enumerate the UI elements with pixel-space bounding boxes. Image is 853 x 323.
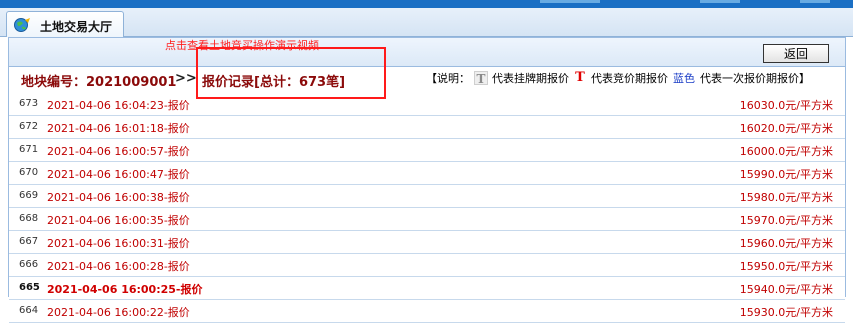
legend-single-quote-text: 代表一次报价期报价】: [700, 72, 810, 85]
header-highlight: [700, 0, 740, 3]
breadcrumb-arrow: >>: [175, 71, 197, 86]
row-index: 664: [19, 305, 39, 316]
row-bid-time: 2021-04-06 16:00:47-报价: [47, 168, 190, 181]
row-bid-price: 15980.0元/平方米: [739, 191, 833, 204]
row-bid-time: 2021-04-06 16:00:57-报价: [47, 145, 190, 158]
t-red-icon: T: [575, 70, 585, 85]
back-button[interactable]: 返回: [763, 44, 829, 63]
row-index: 673: [19, 98, 39, 109]
highlight-annotation-box: [196, 47, 386, 99]
row-bid-time: 2021-04-06 16:00:35-报价: [47, 214, 190, 227]
row-bid-price: 15950.0元/平方米: [739, 260, 833, 273]
row-bid-price: 15990.0元/平方米: [739, 168, 833, 181]
row-index: 670: [19, 167, 39, 178]
header-highlight: [540, 0, 600, 3]
legend-listing-text: 代表挂牌期报价: [492, 72, 569, 85]
row-bid-price: 16030.0元/平方米: [739, 99, 833, 112]
row-bid-price: 15940.0元/平方米: [739, 283, 833, 296]
row-index: 669: [19, 190, 39, 201]
tab-land-trading-hall[interactable]: 土地交易大厅: [6, 11, 124, 37]
row-index: 668: [19, 213, 39, 224]
bid-record-row: 673 2021-04-06 16:04:23-报价 16030.0元/平方米: [9, 93, 845, 116]
t-gray-icon: T: [474, 71, 488, 86]
bid-record-row: 664 2021-04-06 16:00:22-报价 15930.0元/平方米: [9, 300, 845, 323]
row-bid-time: 2021-04-06 16:00:31-报价: [47, 237, 190, 250]
legend-prefix: 【说明：: [426, 72, 470, 85]
row-bid-time: 2021-04-06 16:00:22-报价: [47, 306, 190, 319]
legend-bidding-text: 代表竞价期报价: [591, 72, 668, 85]
bid-record-row: 666 2021-04-06 16:00:28-报价 15950.0元/平方米: [9, 254, 845, 277]
row-bid-price: 16000.0元/平方米: [739, 145, 833, 158]
header-highlight: [800, 0, 830, 3]
plot-number: 地块编号：2021009001: [21, 75, 177, 90]
record-info-line: 地块编号：2021009001 >> 报价记录[总计：673笔] 【说明： T …: [9, 66, 845, 94]
row-bid-price: 15930.0元/平方米: [739, 306, 833, 319]
legend-blue-word: 蓝色: [673, 72, 695, 85]
legend: 【说明： T 代表挂牌期报价 T 代表竞价期报价 蓝色 代表一次报价期报价】: [426, 70, 810, 87]
row-index: 667: [19, 236, 39, 247]
bid-record-row: 668 2021-04-06 16:00:35-报价 15970.0元/平方米: [9, 208, 845, 231]
globe-icon: [13, 17, 31, 33]
row-bid-time: 2021-04-06 16:00:38-报价: [47, 191, 190, 204]
bid-record-row: 670 2021-04-06 16:00:47-报价 15990.0元/平方米: [9, 162, 845, 185]
tab-label: 土地交易大厅: [40, 20, 113, 34]
row-index: 666: [19, 259, 39, 270]
row-bid-time: 2021-04-06 16:00:28-报价: [47, 260, 190, 273]
bid-record-row: 672 2021-04-06 16:01:18-报价 16020.0元/平方米: [9, 116, 845, 139]
row-bid-price: 16020.0元/平方米: [739, 122, 833, 135]
row-bid-time: 2021-04-06 16:00:25-报价: [47, 283, 203, 296]
bid-record-panel: 点击查看土地竞买操作演示视频 返回 地块编号：2021009001 >> 报价记…: [8, 37, 846, 323]
row-bid-price: 15970.0元/平方米: [739, 214, 833, 227]
row-index: 672: [19, 121, 39, 132]
bid-record-row: 667 2021-04-06 16:00:31-报价 15960.0元/平方米: [9, 231, 845, 254]
row-index: 671: [19, 144, 39, 155]
tab-bar: 土地交易大厅: [0, 8, 853, 37]
row-index: 665: [19, 282, 40, 293]
row-bid-price: 15960.0元/平方米: [739, 237, 833, 250]
row-bid-time: 2021-04-06 16:01:18-报价: [47, 122, 190, 135]
top-header-bar: [0, 0, 853, 8]
bid-record-row: 669 2021-04-06 16:00:38-报价 15980.0元/平方米: [9, 185, 845, 208]
bid-record-list: 673 2021-04-06 16:04:23-报价 16030.0元/平方米 672…: [9, 93, 845, 323]
bid-record-row: 671 2021-04-06 16:00:57-报价 16000.0元/平方米: [9, 139, 845, 162]
row-bid-time: 2021-04-06 16:04:23-报价: [47, 99, 190, 112]
panel-toolbar: 点击查看土地竞买操作演示视频 返回: [9, 38, 845, 67]
